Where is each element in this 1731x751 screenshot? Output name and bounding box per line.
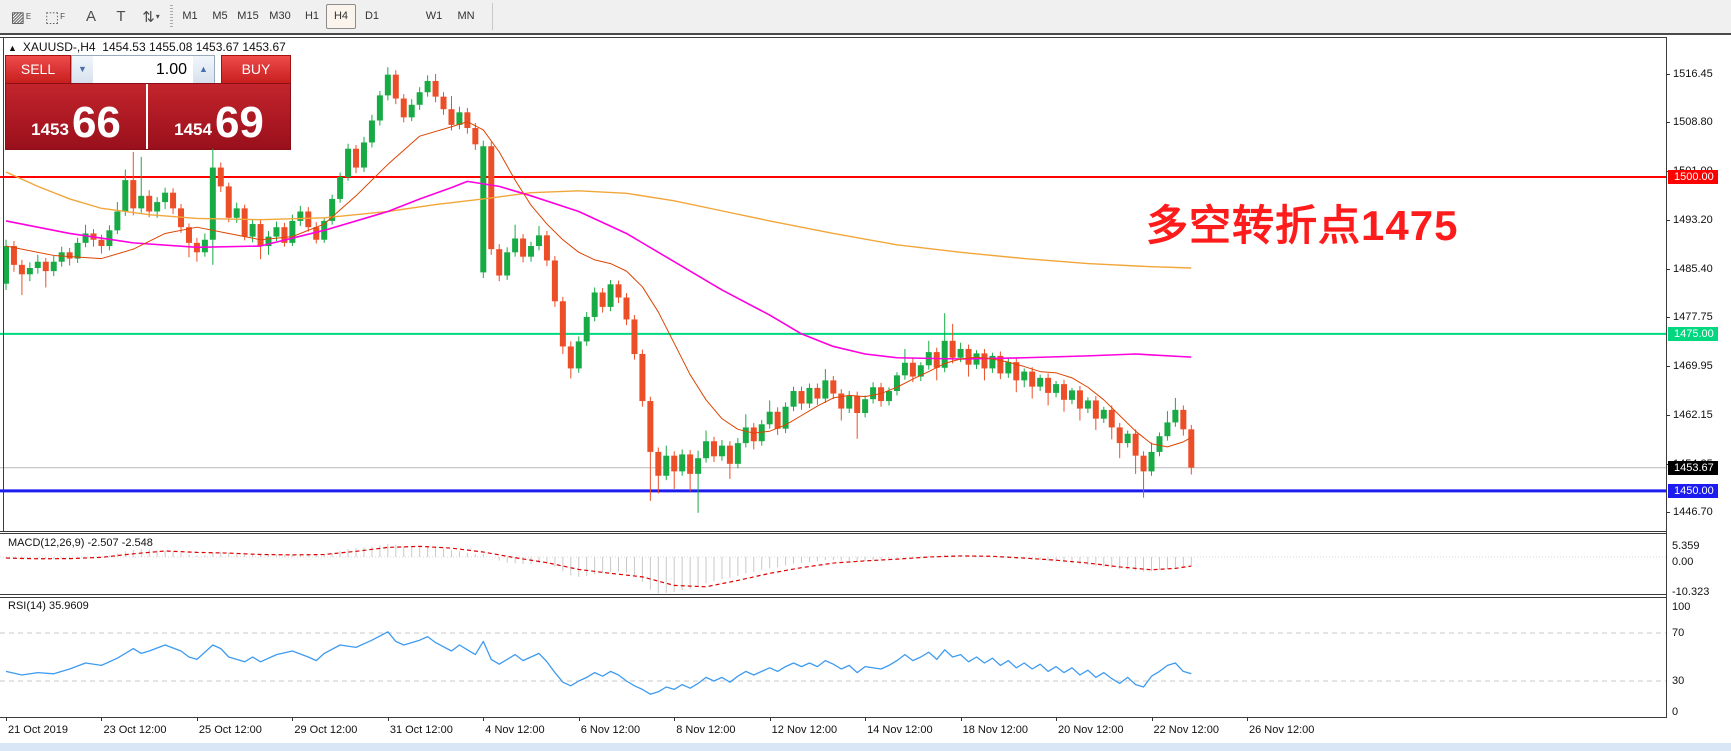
date-axis-tick (101, 717, 102, 721)
timeframe-button-m1[interactable]: M1 (176, 5, 204, 27)
price-axis-label: 1477.75 (1673, 311, 1713, 323)
price-axis-tick (1666, 415, 1670, 416)
price-axis-label: 1493.20 (1673, 214, 1713, 226)
date-axis-tick (1247, 717, 1248, 721)
bottom-scroll-strip[interactable] (0, 743, 1731, 751)
timeframe-button-d1[interactable]: D1 (358, 5, 386, 27)
price-axis-tick (1666, 269, 1670, 270)
timeframe-button-m30[interactable]: M30 (266, 5, 294, 27)
chart-style-icon[interactable]: ▨E (8, 4, 34, 29)
macd-scale-label: 5.359 (1672, 540, 1700, 552)
trading-terminal: ▨E⬚FAT⇅▾M1M5M15M30H1H4D1W1MN ▲XAUUSD-,H4… (0, 0, 1731, 751)
price-axis-tick (1666, 122, 1670, 123)
price-level-tag: 1453.67 (1668, 461, 1718, 475)
panel-border (3, 37, 4, 531)
date-axis-label: 14 Nov 12:00 (867, 724, 932, 736)
price-level-tag: 1450.00 (1668, 484, 1718, 498)
date-axis-tick (865, 717, 866, 721)
rsi-panel-plot[interactable] (0, 597, 1666, 717)
timeframe-button-w1[interactable]: W1 (420, 5, 448, 27)
price-axis-tick (1666, 366, 1670, 367)
date-axis-tick (388, 717, 389, 721)
price-axis-label: 1508.80 (1673, 116, 1713, 128)
price-axis-label: 1516.45 (1673, 68, 1713, 80)
date-axis-tick (674, 717, 675, 721)
timeframe-button-m5[interactable]: M5 (206, 5, 234, 27)
toolbar: ▨E ⬚F AT⇅▾ M1M5M15M30H1H4D1 W1MN (0, 0, 1731, 35)
chart-annotation-text: 多空转折点1475 (1146, 192, 1496, 253)
date-axis-label: 21 Oct 2019 (8, 724, 68, 736)
toolbar-separator (492, 3, 493, 30)
timeframe-button-mn[interactable]: MN (452, 5, 480, 27)
grid-icon[interactable]: ⬚F (42, 4, 68, 29)
panel-border (0, 533, 1666, 534)
date-axis-label: 29 Oct 12:00 (294, 724, 357, 736)
date-axis-label: 20 Nov 12:00 (1058, 724, 1123, 736)
price-axis-tick (1666, 74, 1670, 75)
date-axis-label: 12 Nov 12:00 (772, 724, 837, 736)
date-axis-tick (6, 717, 7, 721)
date-axis-label: 31 Oct 12:00 (390, 724, 453, 736)
date-axis-label: 6 Nov 12:00 (581, 724, 640, 736)
date-axis-label: 26 Nov 12:00 (1249, 724, 1314, 736)
rsi-indicator-label: RSI(14) 35.9609 (8, 600, 89, 612)
price-axis-label: 1446.70 (1673, 506, 1713, 518)
timeframe-button-h1[interactable]: H1 (298, 5, 326, 27)
arrange-icon[interactable]: ⇅▾ (138, 4, 164, 29)
text-label-icon[interactable]: A (78, 4, 104, 29)
macd-scale-label: 0.00 (1672, 556, 1693, 568)
rsi-scale-label: 0 (1672, 706, 1678, 718)
date-axis-label: 18 Nov 12:00 (963, 724, 1028, 736)
panel-border (0, 597, 1666, 598)
date-axis-tick (1056, 717, 1057, 721)
panel-border (1666, 37, 1667, 718)
macd-panel-plot[interactable] (0, 533, 1666, 594)
price-axis-tick (1666, 220, 1670, 221)
macd-indicator-label: MACD(12,26,9) -2.507 -2.548 (8, 537, 153, 549)
rsi-scale-label: 30 (1672, 675, 1684, 687)
macd-scale-label: -10.323 (1672, 586, 1709, 598)
date-axis-tick (483, 717, 484, 721)
date-axis-tick (579, 717, 580, 721)
price-axis-tick (1666, 317, 1670, 318)
text-box-icon[interactable]: T (108, 4, 134, 29)
timeframe-button-h4[interactable]: H4 (326, 4, 356, 29)
rsi-scale-label: 70 (1672, 627, 1684, 639)
panel-border (0, 37, 1666, 38)
price-axis-label: 1469.95 (1673, 360, 1713, 372)
date-axis-tick (961, 717, 962, 721)
panel-border (0, 594, 1666, 595)
date-axis-tick (197, 717, 198, 721)
date-axis-tick (292, 717, 293, 721)
date-axis-label: 23 Oct 12:00 (103, 724, 166, 736)
date-axis-label: 8 Nov 12:00 (676, 724, 735, 736)
date-axis-tick (770, 717, 771, 721)
rsi-scale-label: 100 (1672, 601, 1690, 613)
date-axis-label: 25 Oct 12:00 (199, 724, 262, 736)
timeframe-button-m15[interactable]: M15 (234, 5, 262, 27)
price-axis-tick (1666, 512, 1670, 513)
date-axis-label: 22 Nov 12:00 (1154, 724, 1219, 736)
date-axis-tick (1152, 717, 1153, 721)
price-axis-label: 1485.40 (1673, 263, 1713, 275)
panel-border (0, 531, 1666, 532)
price-level-tag: 1500.00 (1668, 170, 1718, 184)
price-axis-label: 1462.15 (1673, 409, 1713, 421)
date-axis-label: 4 Nov 12:00 (485, 724, 544, 736)
panel-border (0, 717, 1666, 718)
price-chart-plot[interactable] (0, 37, 1666, 531)
toolbar-separator (170, 5, 173, 28)
price-level-tag: 1475.00 (1668, 327, 1718, 341)
